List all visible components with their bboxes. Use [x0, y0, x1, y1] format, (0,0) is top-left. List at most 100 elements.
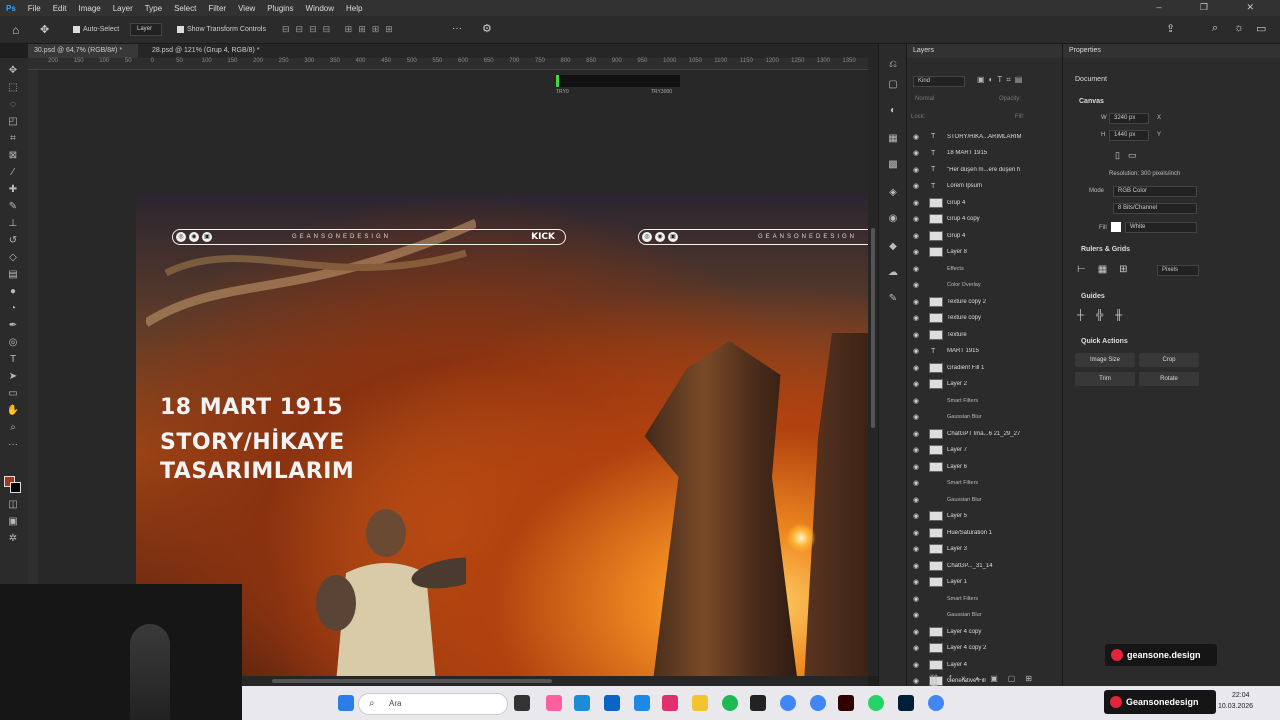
layer-row[interactable]: ◉ T MART 1915: [907, 343, 1055, 360]
rotate-button[interactable]: Rotate: [1139, 372, 1199, 386]
outlook-icon[interactable]: [634, 695, 650, 711]
grid-icon[interactable]: ▦: [886, 132, 900, 146]
workspace-icon[interactable]: ▭: [1256, 22, 1266, 35]
rectangle-tool-icon[interactable]: ▭: [6, 387, 20, 401]
swatches-icon[interactable]: ▩: [886, 158, 900, 172]
visibility-eye-icon[interactable]: ◉: [913, 562, 923, 570]
paths-icon[interactable]: ◆: [886, 240, 900, 254]
store-icon[interactable]: [604, 695, 620, 711]
generative-icon[interactable]: ✲: [6, 532, 20, 546]
layers-icon[interactable]: ◈: [886, 186, 900, 200]
visibility-eye-icon[interactable]: ◉: [913, 628, 923, 636]
ps-logo[interactable]: Ps: [0, 4, 22, 13]
layer-row[interactable]: ◉ Smart Filters: [907, 475, 1055, 492]
object-select-icon[interactable]: ◰: [6, 115, 20, 129]
visibility-eye-icon[interactable]: ◉: [913, 182, 923, 190]
illustrator-icon[interactable]: [838, 695, 854, 711]
visibility-eye-icon[interactable]: ◉: [913, 661, 923, 669]
visibility-eye-icon[interactable]: ◉: [913, 413, 923, 421]
fill-dropdown[interactable]: White: [1125, 222, 1197, 233]
visibility-eye-icon[interactable]: ◉: [913, 265, 923, 273]
visibility-eye-icon[interactable]: ◉: [913, 611, 923, 619]
transform-checkbox[interactable]: [177, 26, 184, 33]
crop-tool-icon[interactable]: ⌗: [6, 132, 20, 146]
tab-30psd[interactable]: 30.psd @ 64,7% (RGB/8#) *: [28, 44, 138, 58]
gradient-tool-icon[interactable]: ▤: [6, 268, 20, 282]
layer-row[interactable]: ◉ Gaussian Blur: [907, 491, 1055, 508]
share-icon[interactable]: ⇪: [1166, 22, 1175, 35]
layer-row[interactable]: ◉ Layer 2: [907, 376, 1055, 393]
layer-row[interactable]: ◉ Layer 4 copy: [907, 623, 1055, 640]
eraser-tool-icon[interactable]: ◇: [6, 251, 20, 265]
layer-row[interactable]: ◉ ChatGPT Ima...6 21_29_27: [907, 425, 1055, 442]
zoom-tool-icon[interactable]: ⌕: [6, 421, 20, 435]
visibility-eye-icon[interactable]: ◉: [913, 446, 923, 454]
clock-time[interactable]: 22:04: [1232, 692, 1250, 699]
visibility-eye-icon[interactable]: ◉: [913, 397, 923, 405]
blend-mode-dropdown[interactable]: Normal: [915, 96, 934, 102]
stamp-tool-icon[interactable]: ⊥: [6, 217, 20, 231]
visibility-eye-icon[interactable]: ◉: [913, 199, 923, 207]
width-field[interactable]: 3240 px: [1109, 113, 1149, 124]
hand-tool-icon[interactable]: ✋: [6, 404, 20, 418]
more-icon[interactable]: ···: [452, 23, 462, 34]
visibility-eye-icon[interactable]: ◉: [913, 166, 923, 174]
visibility-eye-icon[interactable]: ◉: [913, 529, 923, 537]
more-tools-icon[interactable]: ···: [6, 438, 20, 452]
tab-28psd[interactable]: 28.psd @ 121% (Grup 4, RGB/8) *: [146, 44, 286, 58]
visibility-eye-icon[interactable]: ◉: [913, 545, 923, 553]
layer-row[interactable]: ◉ Grup 4: [907, 227, 1055, 244]
layer-row[interactable]: ◉ Layer 4: [907, 656, 1055, 673]
layer-row[interactable]: ◉ Layer 6: [907, 458, 1055, 475]
menu-help[interactable]: Help: [340, 4, 368, 13]
edge-icon[interactable]: [574, 695, 590, 711]
layer-row[interactable]: ◉ Texture: [907, 326, 1055, 343]
history-brush-icon[interactable]: ↺: [6, 234, 20, 248]
menu-image[interactable]: Image: [72, 4, 106, 13]
height-field[interactable]: 1440 px: [1109, 130, 1149, 141]
comments-icon[interactable]: ▢: [886, 78, 900, 92]
menu-file[interactable]: File: [22, 4, 47, 13]
layer-row[interactable]: ◉ Layer 1: [907, 574, 1055, 591]
layer-row[interactable]: ◉ T STORY/HİKA...ARIMLARIM: [907, 128, 1055, 145]
layer-row[interactable]: ◉ Gaussian Blur: [907, 607, 1055, 624]
chrome2-icon[interactable]: [810, 695, 826, 711]
brush-tool-icon[interactable]: ✎: [6, 200, 20, 214]
marquee-tool-icon[interactable]: ⬚: [6, 81, 20, 95]
horizontal-scrollbar[interactable]: [242, 676, 868, 686]
visibility-eye-icon[interactable]: ◉: [913, 331, 923, 339]
visibility-eye-icon[interactable]: ◉: [913, 314, 923, 322]
gear-icon[interactable]: ⚙: [482, 22, 492, 35]
layer-row[interactable]: ◉ Layer 7: [907, 442, 1055, 459]
visibility-eye-icon[interactable]: ◉: [913, 512, 923, 520]
layer-row[interactable]: ◉ T "Her düşen m...ere düşen h: [907, 161, 1055, 178]
visibility-eye-icon[interactable]: ◉: [913, 595, 923, 603]
window-controls[interactable]: – ❐ ✕: [1156, 2, 1272, 13]
visibility-eye-icon[interactable]: ◉: [913, 496, 923, 504]
github-icon[interactable]: [750, 695, 766, 711]
layer-row[interactable]: ◉ Layer 5: [907, 508, 1055, 525]
dodge-tool-icon[interactable]: ◔: [6, 302, 20, 316]
vertical-scrollbar[interactable]: [868, 58, 878, 676]
start-button-icon[interactable]: [338, 695, 354, 711]
layer-row[interactable]: ◉ T 18 MART 1915: [907, 145, 1055, 162]
clock-date[interactable]: 10.03.2026: [1218, 703, 1253, 710]
visibility-eye-icon[interactable]: ◉: [913, 463, 923, 471]
visibility-eye-icon[interactable]: ◉: [913, 281, 923, 289]
design-artboard[interactable]: ◎ ◉ ▣ GEANSONEDESIGN KICK ◎ ◉ ▣ GEANSONE…: [136, 193, 868, 676]
image-size-button[interactable]: Image Size: [1075, 353, 1135, 367]
filter-icons[interactable]: ▣◐T⌗▤: [977, 75, 1026, 85]
fill-swatch[interactable]: [1111, 222, 1121, 232]
align-icons[interactable]: ⊟⊟⊟⊟ ⊞⊞⊞⊞: [282, 24, 399, 35]
layer-row[interactable]: ◉ Hue/Saturation 1: [907, 524, 1055, 541]
visibility-eye-icon[interactable]: ◉: [913, 430, 923, 438]
history-icon[interactable]: ⎌: [886, 58, 900, 72]
adjust-icon[interactable]: ◐: [886, 104, 900, 118]
visibility-eye-icon[interactable]: ◉: [913, 677, 923, 685]
layer-row[interactable]: ◉ Smart Filters: [907, 590, 1055, 607]
layer-row[interactable]: ◉ Grup 4: [907, 194, 1055, 211]
frame2-tool-icon[interactable]: ◎: [6, 336, 20, 350]
visibility-eye-icon[interactable]: ◉: [913, 347, 923, 355]
instagram-icon[interactable]: [662, 695, 678, 711]
blur-tool-icon[interactable]: ●: [6, 285, 20, 299]
